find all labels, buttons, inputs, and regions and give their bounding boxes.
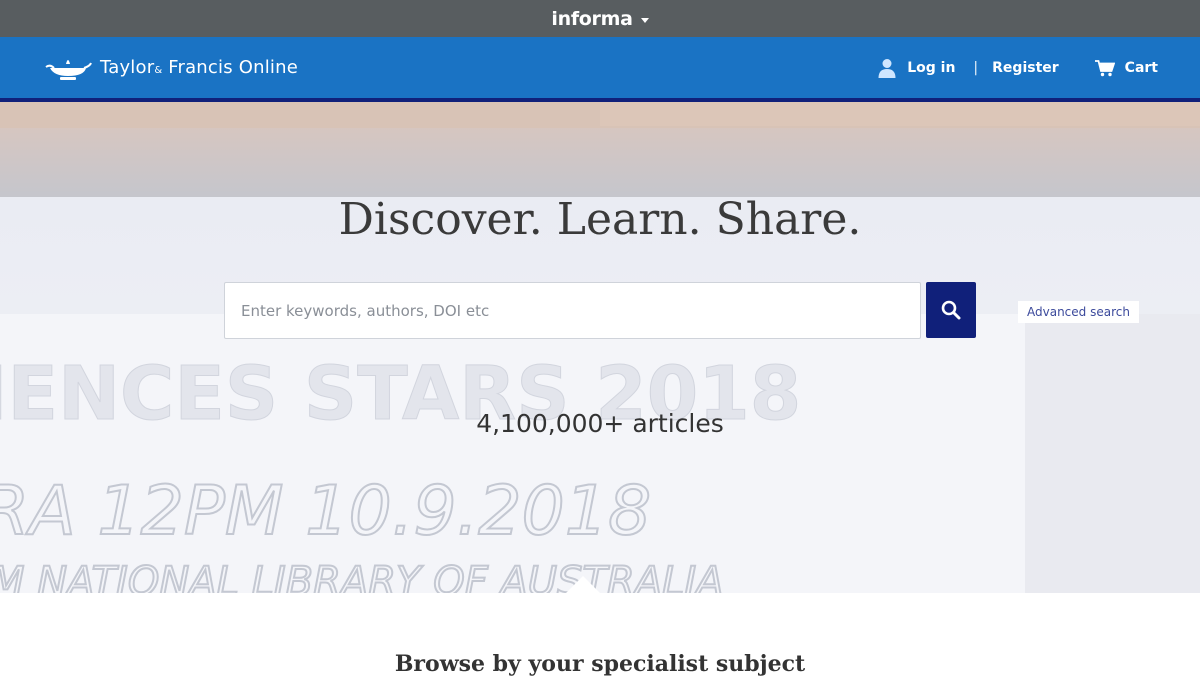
cart-label: Cart — [1124, 59, 1158, 76]
informa-brand-label: informa — [551, 7, 633, 30]
hero-title: Discover. Learn. Share. — [338, 194, 862, 245]
header-nav: Log in | Register Cart — [877, 58, 1158, 78]
browse-title: Browse by your specialist subject — [394, 651, 806, 677]
oil-lamp-logo-icon — [45, 59, 92, 80]
login-link[interactable]: Log in — [877, 58, 955, 78]
search-input[interactable] — [224, 282, 921, 339]
site-header: Taylor& Francis Online Log in | Register… — [0, 37, 1200, 102]
user-icon — [878, 58, 896, 78]
search-icon — [941, 300, 961, 320]
logo-text-taylor: Taylor — [100, 57, 155, 78]
hero-section: IENCES STARS 2018 RA 12PM 10.9.2018 M NA… — [0, 102, 1200, 595]
logo-text-francis-online: Francis Online — [162, 57, 298, 78]
site-logo[interactable]: Taylor& Francis Online — [44, 54, 298, 82]
browse-section: Browse by your specialist subject — [0, 576, 1200, 700]
hero-content: Discover. Learn. Share. Advanced search … — [0, 102, 1200, 595]
article-count: 4,100,000+ articles — [476, 409, 724, 438]
caret-down-icon — [640, 17, 649, 23]
search-button[interactable] — [926, 282, 976, 338]
nav-separator: | — [973, 59, 979, 76]
logo-text: Taylor& Francis Online — [100, 57, 298, 78]
advanced-search-link[interactable]: Advanced search — [1018, 301, 1139, 323]
login-label: Log in — [907, 59, 956, 76]
register-label: Register — [992, 59, 1059, 76]
informa-brand-menu[interactable]: informa — [551, 7, 649, 30]
informa-bar: informa — [0, 0, 1200, 37]
register-link[interactable]: Register — [992, 60, 1059, 76]
cart-icon — [1094, 59, 1115, 76]
cart-link[interactable]: Cart — [1094, 58, 1158, 78]
